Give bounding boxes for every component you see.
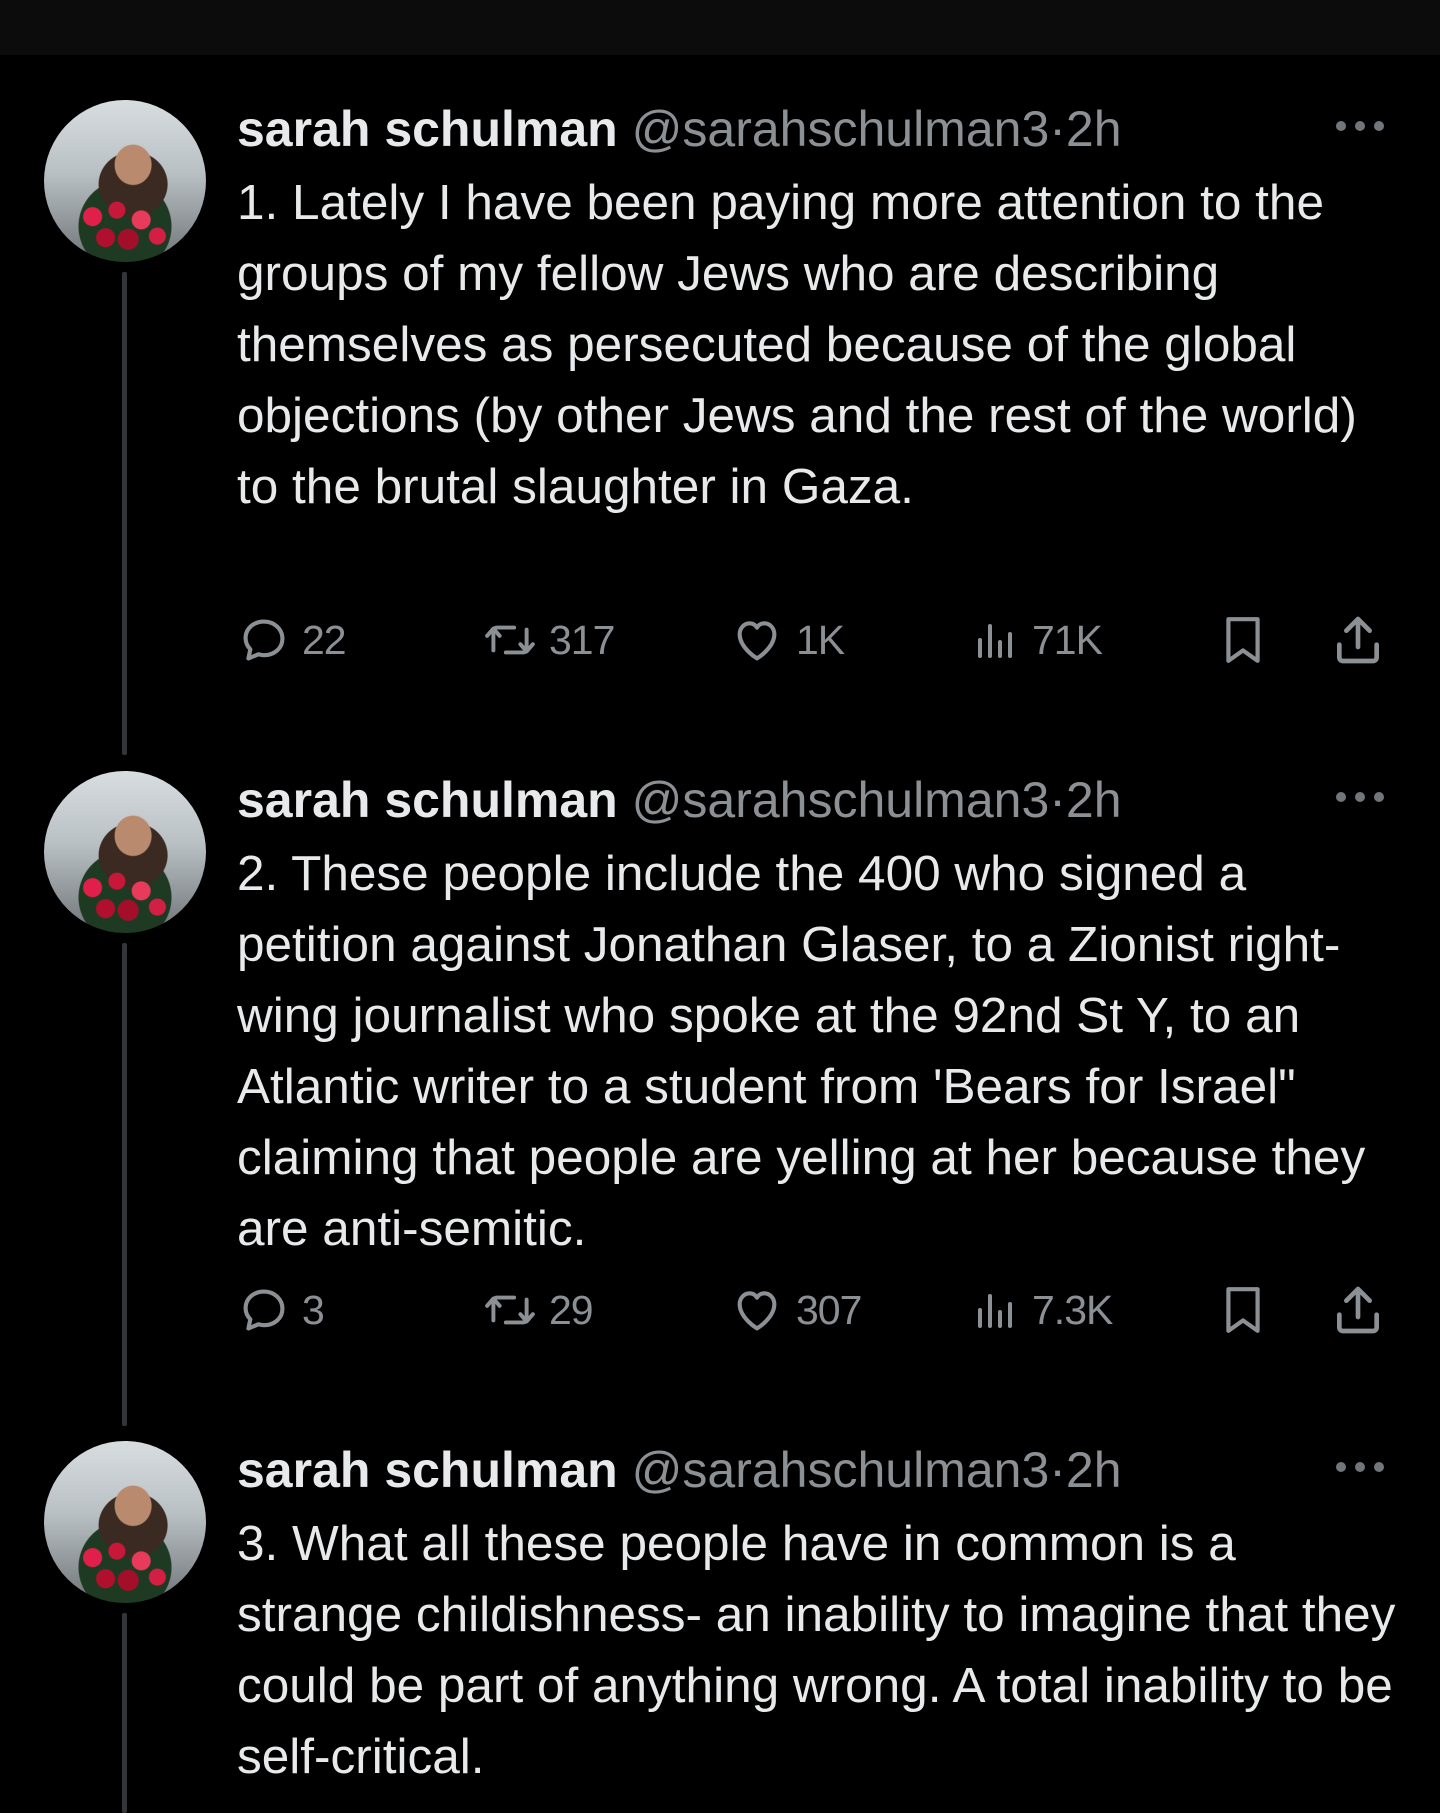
views-button[interactable]: 71K: [972, 610, 1103, 670]
tweet-text: 2. These people include the 400 who sign…: [237, 846, 1366, 1256]
share-icon: [1337, 616, 1379, 664]
share-icon: [1337, 1286, 1379, 1334]
timestamp[interactable]: 2h: [1066, 1442, 1122, 1498]
author-name[interactable]: sarah schulman: [237, 772, 618, 828]
reply-count: 3: [302, 1286, 325, 1333]
status-bar: [0, 0, 1440, 55]
reply-icon: [243, 1289, 285, 1331]
share-button[interactable]: [1330, 1280, 1386, 1340]
repost-button[interactable]: 29: [483, 1280, 594, 1340]
separator-dot: ·: [1049, 1442, 1066, 1498]
reply-button[interactable]: 22: [238, 610, 347, 670]
heart-icon: [737, 1291, 777, 1331]
tweet-text: 3. What all these people have in common …: [237, 1516, 1396, 1784]
tweet-header: sarah schulman @sarahschulman3·2h: [237, 100, 1407, 158]
author-name[interactable]: sarah schulman: [237, 101, 618, 157]
repost-button[interactable]: 317: [483, 610, 615, 670]
view-count: 7.3K: [1032, 1286, 1113, 1333]
reply-button[interactable]: 3: [238, 1280, 325, 1340]
tweet-actions: 22 317 1K 71K: [0, 610, 1440, 670]
separator-dot: ·: [1049, 101, 1066, 157]
thread-line: [122, 272, 127, 755]
bookmark-icon: [1226, 1287, 1260, 1333]
separator-dot: ·: [1049, 772, 1066, 828]
author-handle[interactable]: @sarahschulman3: [632, 772, 1050, 828]
bookmark-button[interactable]: [1218, 610, 1268, 670]
views-icon: [978, 1294, 1012, 1328]
tweet-header: sarah schulman @sarahschulman3·2h: [237, 1441, 1407, 1499]
avatar[interactable]: [44, 1441, 206, 1603]
like-button[interactable]: 307: [730, 1280, 862, 1340]
bookmark-button[interactable]: [1218, 1280, 1268, 1340]
author-handle[interactable]: @sarahschulman3: [632, 1442, 1050, 1498]
author-handle[interactable]: @sarahschulman3: [632, 101, 1050, 157]
avatar[interactable]: [44, 771, 206, 933]
repost-count: 29: [549, 1286, 594, 1333]
views-icon: [978, 624, 1012, 658]
view-count: 71K: [1032, 616, 1103, 663]
author-name[interactable]: sarah schulman: [237, 1442, 618, 1498]
repost-icon: [485, 1295, 535, 1325]
avatar[interactable]: [44, 100, 206, 262]
more-icon[interactable]: [1336, 785, 1390, 809]
repost-count: 317: [549, 616, 615, 663]
like-button[interactable]: 1K: [730, 610, 845, 670]
views-button[interactable]: 7.3K: [972, 1280, 1113, 1340]
like-count: 1K: [796, 616, 845, 663]
thread-line: [122, 1613, 127, 1813]
more-icon[interactable]: [1336, 1455, 1390, 1479]
reply-icon: [243, 619, 285, 661]
thread-line: [122, 943, 127, 1426]
tweet-header: sarah schulman @sarahschulman3·2h: [237, 771, 1407, 829]
timestamp[interactable]: 2h: [1066, 772, 1122, 828]
tweet-actions: 3 29 307 7.3K: [0, 1280, 1440, 1340]
tweet-text: 1. Lately I have been paying more attent…: [237, 175, 1357, 514]
repost-icon: [485, 625, 535, 655]
reply-count: 22: [302, 616, 347, 663]
share-button[interactable]: [1330, 610, 1386, 670]
like-count: 307: [796, 1286, 862, 1333]
heart-icon: [737, 621, 777, 661]
more-icon[interactable]: [1336, 114, 1390, 138]
timestamp[interactable]: 2h: [1066, 101, 1122, 157]
bookmark-icon: [1226, 617, 1260, 663]
